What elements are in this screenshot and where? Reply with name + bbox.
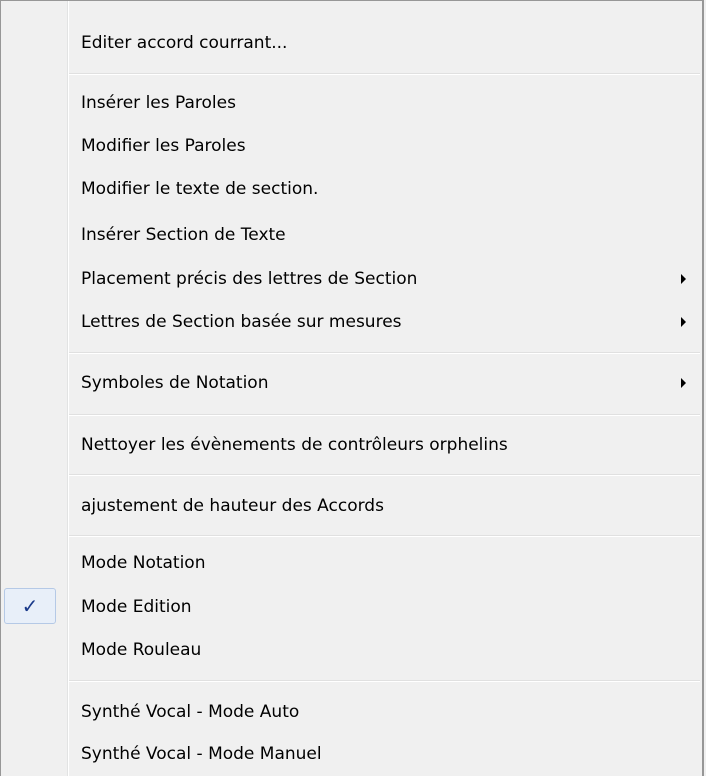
- menu-item-edit-lyrics[interactable]: Modifier les Paroles: [1, 124, 702, 168]
- menu-item-label: Mode Rouleau: [81, 640, 202, 660]
- menu-separator: [69, 680, 700, 682]
- menu-item-section-letters-by-bars[interactable]: Lettres de Section basée sur mesures: [1, 300, 702, 344]
- menu-item-clean-orphan-controllers[interactable]: Nettoyer les évènements de contrôleurs o…: [1, 423, 702, 467]
- menu-item-mode-edition[interactable]: ✓ Mode Edition: [1, 585, 702, 629]
- menu-item-label: Modifier les Paroles: [81, 136, 246, 156]
- menu-item-vocal-synth-auto[interactable]: Synthé Vocal - Mode Auto: [1, 690, 702, 734]
- menu-item-label: Mode Edition: [81, 597, 192, 617]
- menu-item-label: Synthé Vocal - Mode Manuel: [81, 744, 322, 764]
- menu-separator: [69, 352, 700, 354]
- menu-item-label: Modifier le texte de section.: [81, 179, 319, 199]
- menu-item-label: Placement précis des lettres de Section: [81, 269, 418, 289]
- menu-item-mode-notation[interactable]: Mode Notation: [1, 541, 702, 585]
- menu-item-label: Lettres de Section basée sur mesures: [81, 312, 402, 332]
- menu-separator: [69, 474, 700, 476]
- menu-item-chord-height-adjust[interactable]: ajustement de hauteur des Accords: [1, 484, 702, 528]
- menu-item-insert-lyrics[interactable]: Insérer les Paroles: [1, 81, 702, 125]
- menu-separator: [69, 73, 700, 75]
- menu-item-mode-roll[interactable]: Mode Rouleau: [1, 628, 702, 672]
- menu-item-edit-section-text[interactable]: Modifier le texte de section.: [1, 167, 702, 211]
- menu-item-insert-section-text[interactable]: Insérer Section de Texte: [1, 213, 702, 257]
- menu-item-label: Insérer Section de Texte: [81, 225, 286, 245]
- chevron-right-icon: [681, 378, 686, 388]
- checkmark-icon: ✓: [21, 594, 39, 618]
- menu-item-vocal-synth-manual[interactable]: Synthé Vocal - Mode Manuel: [1, 732, 702, 776]
- menu-item-edit-current-chord[interactable]: Editer accord courrant...: [1, 21, 702, 65]
- menu-item-label: Nettoyer les évènements de contrôleurs o…: [81, 435, 508, 455]
- menu-separator: [69, 414, 700, 416]
- menu-item-label: ajustement de hauteur des Accords: [81, 496, 384, 516]
- menu-item-label: Mode Notation: [81, 553, 206, 573]
- menu-item-label: Symboles de Notation: [81, 373, 269, 393]
- chevron-right-icon: [681, 274, 686, 284]
- menu-item-label: Synthé Vocal - Mode Auto: [81, 702, 300, 722]
- menu-item-label: Editer accord courrant...: [81, 33, 288, 53]
- menu-separator: [69, 535, 700, 537]
- context-menu: Editer accord courrant... Insérer les Pa…: [0, 0, 704, 776]
- checked-indicator: ✓: [4, 588, 56, 624]
- chevron-right-icon: [681, 317, 686, 327]
- menu-item-label: Insérer les Paroles: [81, 93, 236, 113]
- menu-item-precise-section-letters[interactable]: Placement précis des lettres de Section: [1, 257, 702, 301]
- menu-item-notation-symbols[interactable]: Symboles de Notation: [1, 361, 702, 405]
